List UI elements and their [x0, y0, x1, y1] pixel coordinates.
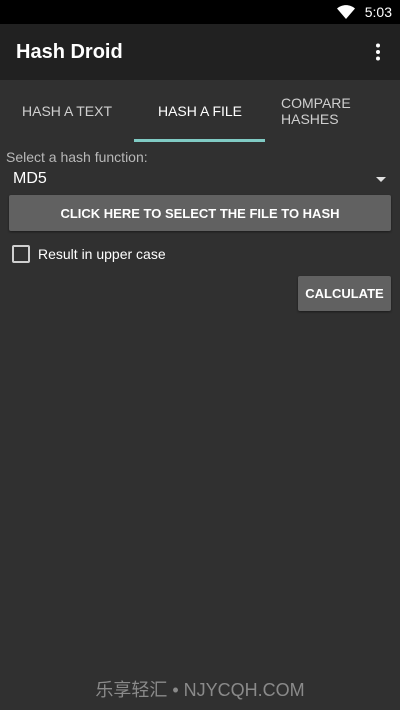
hash-function-label: Select a hash function:	[6, 149, 148, 165]
tab-bar: HASH A TEXT HASH A FILE COMPARE HASHES	[0, 80, 400, 142]
tab-label: HASH A TEXT	[22, 103, 112, 119]
hash-function-value: MD5	[13, 170, 47, 187]
tab-indicator	[134, 139, 265, 142]
app-screen: 5:03 Hash Droid HASH A TEXT HASH A FILE …	[0, 0, 400, 710]
wifi-icon	[336, 5, 355, 19]
uppercase-label: Result in upper case	[38, 246, 166, 262]
app-title: Hash Droid	[16, 40, 123, 63]
tab-label: COMPARE HASHES	[281, 95, 351, 127]
app-bar: Hash Droid	[0, 24, 400, 80]
overflow-menu-button[interactable]	[358, 32, 398, 72]
uppercase-option[interactable]: Result in upper case	[12, 244, 166, 264]
tab-compare-hashes[interactable]: COMPARE HASHES	[266, 80, 400, 142]
status-bar: 5:03	[0, 0, 400, 24]
tab-label-line2: HASHES	[281, 111, 339, 127]
tab-label: HASH A FILE	[157, 103, 243, 119]
hash-function-spinner[interactable]: MD5	[0, 166, 390, 192]
status-time: 5:03	[364, 4, 392, 20]
tab-hash-file[interactable]: HASH A FILE	[134, 80, 266, 142]
overflow-menu-icon	[376, 43, 380, 61]
watermark: 乐享轻汇 • NJYCQH.COM	[95, 680, 305, 700]
uppercase-checkbox[interactable]	[12, 245, 30, 263]
dropdown-arrow-icon	[376, 176, 386, 182]
tab-hash-text[interactable]: HASH A TEXT	[0, 80, 134, 142]
select-file-button[interactable]: CLICK HERE TO SELECT THE FILE TO HASH	[9, 195, 391, 231]
calculate-button[interactable]: CALCULATE	[298, 276, 391, 311]
tab-label-line1: COMPARE	[281, 95, 351, 111]
